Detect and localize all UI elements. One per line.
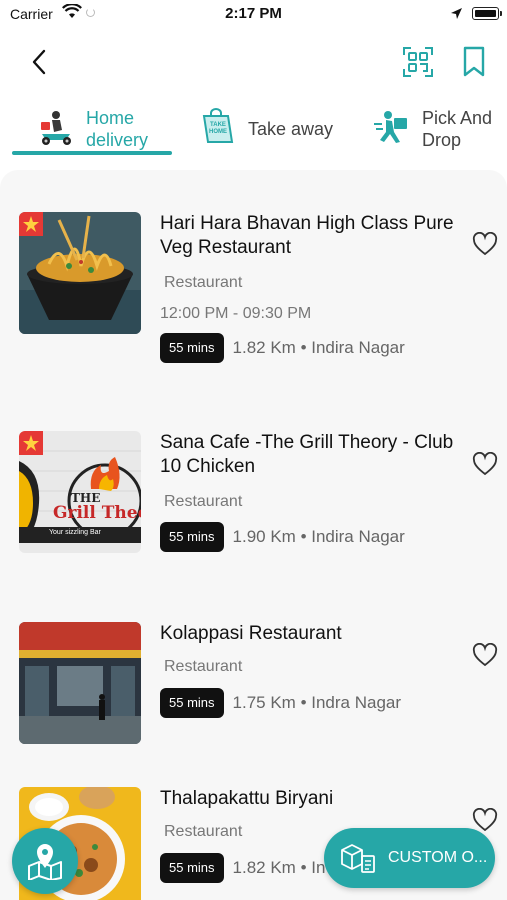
boxes-icon [341, 844, 375, 873]
custom-order-button[interactable]: CUSTOM O... [324, 828, 495, 888]
tab-take-away[interactable]: TAKE HOME Take away [198, 100, 333, 158]
distance-location: 1.90 Km • Indira Nagar [232, 527, 405, 546]
service-tabs: Home delivery TAKE HOME Take away Pick An… [0, 100, 507, 162]
restaurant-name[interactable]: Sana Cafe -The Grill Theory - Club 10 Ch… [160, 431, 470, 479]
tab-label: Take away [248, 119, 334, 139]
restaurant-type: Restaurant [164, 274, 243, 291]
distance-location: 1.82 Km • In [232, 858, 326, 877]
restaurant-name[interactable]: Kolappasi Restaurant [160, 622, 470, 646]
eta-badge: 55 mins [160, 522, 224, 552]
distance-location: 1.75 Km • Indra Nagar [232, 693, 402, 712]
thumb-text-tagline: Your sizzling Bar [49, 529, 101, 536]
restaurant-type: Restaurant [164, 658, 243, 675]
restaurant-meta: 55 mins 1.90 Km • Indira Nagar [160, 522, 405, 552]
qr-scan-icon [403, 47, 433, 77]
battery-icon [472, 7, 502, 20]
restaurant-name[interactable]: Hari Hara Bhavan High Class Pure Veg Res… [160, 212, 470, 260]
restaurant-list[interactable]: Hari Hara Bhavan High Class Pure Veg Res… [0, 170, 507, 900]
custom-order-label: CUSTOM O... [388, 849, 488, 866]
map-location-icon [28, 844, 62, 880]
svg-text:HOME: HOME [209, 129, 227, 135]
restaurant-meta: 55 mins 1.75 Km • Indra Nagar [160, 688, 401, 718]
restaurant-type: Restaurant [164, 823, 243, 840]
favorite-heart-icon[interactable] [472, 451, 498, 476]
location-arrow-icon [450, 7, 463, 25]
qr-scan-button[interactable] [402, 46, 434, 78]
restaurant-image-noodles [19, 212, 141, 334]
distance-location: 1.82 Km • Indira Nagar [232, 338, 405, 357]
favorite-heart-icon[interactable] [472, 642, 498, 667]
veg-flag-icon [19, 431, 43, 455]
thumb-text-grill: Grill Theo [53, 503, 141, 523]
map-button[interactable] [12, 828, 78, 894]
restaurant-image-grill: THE Grill Theo Your sizzling Bar [19, 431, 141, 553]
courier-running-icon [372, 108, 414, 150]
bookmark-button[interactable] [460, 46, 488, 78]
restaurant-meta: 55 mins 1.82 Km • In [160, 853, 325, 883]
active-tab-indicator [12, 151, 172, 155]
scooter-delivery-icon [36, 108, 78, 150]
bookmark-icon [463, 46, 485, 77]
status-time: 2:17 PM [225, 5, 282, 22]
tab-home-delivery[interactable]: Home delivery [36, 100, 148, 158]
take-home-bag-icon: TAKE HOME [198, 108, 240, 150]
favorite-heart-icon[interactable] [472, 231, 498, 256]
svg-text:TAKE: TAKE [210, 122, 226, 128]
veg-flag-icon [19, 212, 43, 236]
favorite-heart-icon[interactable] [472, 807, 498, 832]
restaurant-image-kolappasi [19, 622, 141, 744]
tab-pick-and-drop[interactable]: Pick And Drop [372, 100, 492, 158]
restaurant-meta: 55 mins 1.82 Km • Indira Nagar [160, 333, 405, 363]
restaurant-type: Restaurant [164, 493, 243, 510]
eta-badge: 55 mins [160, 853, 224, 883]
eta-badge: 55 mins [160, 688, 224, 718]
status-bar: Carrier 2:17 PM [0, 0, 507, 30]
chevron-left-icon [32, 49, 46, 75]
eta-badge: 55 mins [160, 333, 224, 363]
tab-label: Home delivery [86, 108, 149, 150]
restaurant-name[interactable]: Thalapakattu Biryani [160, 787, 470, 811]
tab-label: Pick And Drop [422, 108, 493, 150]
back-button[interactable] [22, 44, 56, 80]
restaurant-hours: 12:00 PM - 09:30 PM [160, 305, 312, 322]
